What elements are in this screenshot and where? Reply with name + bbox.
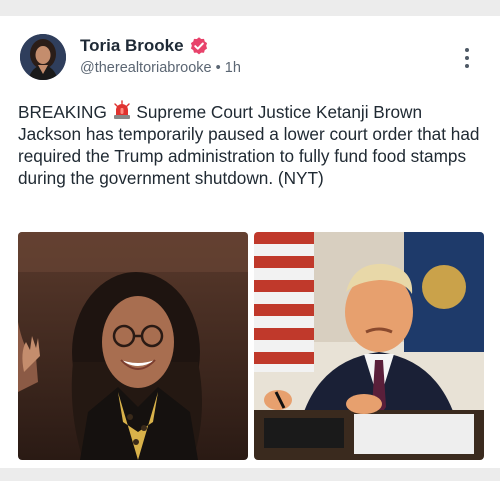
photo-ketanji-brown-jackson[interactable] [18, 232, 248, 460]
avatar-photo-icon [20, 34, 66, 80]
photo-donald-trump[interactable] [254, 232, 484, 460]
more-options-button[interactable] [458, 46, 476, 70]
post-text-prefix: BREAKING [18, 102, 107, 122]
media-gallery [18, 232, 484, 460]
post-time: 1h [224, 60, 241, 76]
menu-dot [465, 56, 469, 60]
menu-dot [465, 64, 469, 68]
author-avatar[interactable] [20, 34, 66, 80]
meta-separator: • [215, 60, 221, 76]
post-card: Toria Brooke @therealtoriabrooke • 1h BR… [0, 16, 500, 468]
bottom-divider [0, 468, 500, 481]
post-text: BREAKING Supreme Court Justice Ketanji B… [18, 100, 488, 189]
siren-icon [113, 100, 130, 119]
more-vertical-icon [465, 48, 469, 52]
author-handle[interactable]: @therealtoriabrooke [80, 60, 212, 76]
photo-left-image [18, 232, 248, 460]
author-name[interactable]: Toria Brooke [80, 36, 184, 56]
photo-right-image [254, 232, 484, 460]
post-meta: @therealtoriabrooke • 1h [80, 60, 241, 76]
verified-badge-icon [190, 37, 207, 55]
